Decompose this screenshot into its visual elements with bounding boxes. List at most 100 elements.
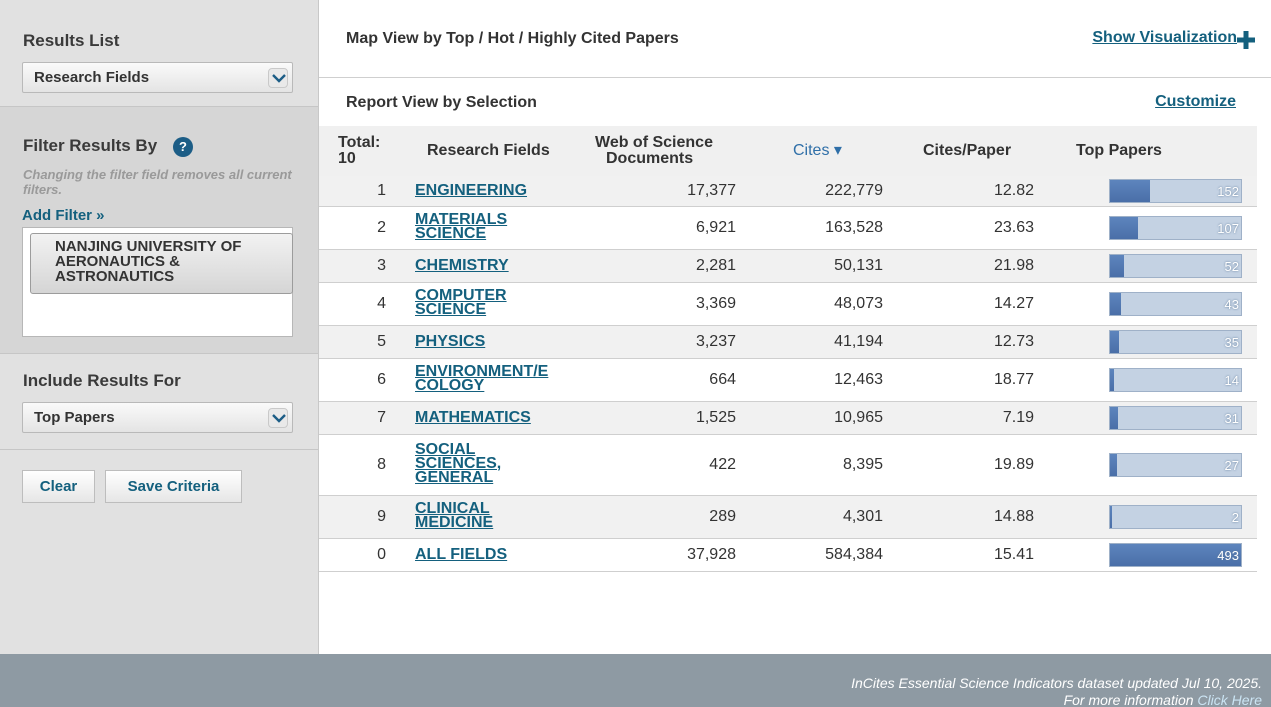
- filter-chip-line: ASTRONAUTICS: [55, 268, 175, 285]
- research-field-line: MEDICINE: [415, 513, 494, 531]
- research-field-link[interactable]: PHYSICS: [415, 332, 486, 350]
- row-cites: 10,965: [834, 408, 883, 426]
- save-criteria-button[interactable]: Save Criteria: [105, 470, 242, 503]
- chevron-down-icon[interactable]: [268, 408, 288, 428]
- filter-chip[interactable]: NANJING UNIVERSITY OF AERONAUTICS & ASTR…: [30, 233, 293, 294]
- top-papers-bar[interactable]: 152: [1109, 178, 1242, 203]
- top-papers-bar-fill: [1110, 292, 1121, 315]
- total-header-label: Total:: [338, 134, 381, 151]
- filter-chip-line: AERONAUTICS &: [55, 253, 181, 270]
- research-fields-header[interactable]: Research Fields: [397, 126, 567, 176]
- top-papers-bar-fill: [1110, 216, 1138, 239]
- filter-note: Changing the filter field removes all cu…: [23, 167, 292, 197]
- cites-header-label: Cites: [793, 142, 830, 159]
- research-field-link[interactable]: CHEMISTRY: [415, 257, 509, 273]
- table-row: 8 SOCIAL SCIENCES, GENERAL 422 8,395 19.89 27: [319, 434, 1257, 495]
- row-field-cell: ENVIRONMENT/E COLOGY: [397, 358, 567, 401]
- top-papers-count: 152: [1217, 183, 1239, 199]
- table-row: 3 CHEMISTRY 2,281 50,131 21.98 52: [319, 249, 1257, 282]
- top-papers-bar[interactable]: 43: [1109, 291, 1242, 316]
- row-cites-per-paper: 21.98: [993, 256, 1034, 274]
- map-view-bar: Map View by Top / Hot / Highly Cited Pap…: [319, 0, 1271, 78]
- row-top-papers-cell: 43: [1051, 282, 1257, 325]
- row-cites: 584,384: [825, 545, 883, 563]
- top-papers-bar-fill: [1110, 368, 1114, 391]
- top-papers-count: 27: [1224, 457, 1239, 473]
- help-icon[interactable]: ?: [173, 137, 193, 157]
- top-papers-header[interactable]: Top Papers: [1051, 126, 1257, 176]
- row-cites: 12,463: [834, 370, 883, 388]
- row-documents: 3,237: [695, 332, 736, 350]
- chevron-down-icon[interactable]: [268, 68, 288, 88]
- top-papers-bar[interactable]: 27: [1109, 452, 1242, 477]
- clear-button[interactable]: Clear: [22, 470, 95, 503]
- documents-header[interactable]: Web of Science Documents: [567, 126, 748, 176]
- research-field-link[interactable]: COMPUTER SCIENCE: [415, 287, 507, 318]
- research-field-link[interactable]: MATHEMATICS: [415, 408, 531, 426]
- documents-header-line: Web of Science: [595, 134, 713, 151]
- top-papers-bar[interactable]: 493: [1109, 542, 1242, 567]
- show-visualization-link[interactable]: Show Visualization: [1092, 29, 1237, 47]
- row-rank: 9: [377, 507, 386, 525]
- research-field-link[interactable]: ENVIRONMENT/E COLOGY: [415, 363, 548, 394]
- top-papers-bar[interactable]: 107: [1109, 215, 1242, 240]
- row-top-papers-cell: 107: [1051, 206, 1257, 249]
- research-field-line: SCIENCE: [415, 224, 487, 242]
- top-papers-bar[interactable]: 31: [1109, 405, 1242, 430]
- row-cites-per-paper: 23.63: [993, 218, 1034, 236]
- top-papers-count: 14: [1224, 372, 1239, 388]
- row-rank: 1: [377, 181, 386, 199]
- row-cites: 41,194: [834, 332, 883, 350]
- research-field-line: PHYSICS: [415, 332, 486, 350]
- table-row: 9 CLINICAL MEDICINE 289 4,301 14.88 2: [319, 495, 1257, 538]
- research-field-link[interactable]: MATERIALS SCIENCE: [415, 211, 507, 242]
- top-papers-bar[interactable]: 35: [1109, 329, 1242, 354]
- row-field-cell: CHEMISTRY: [397, 249, 567, 282]
- top-papers-count: 493: [1217, 547, 1239, 563]
- row-top-papers-cell: 52: [1051, 249, 1257, 282]
- results-list-select[interactable]: Research Fields: [22, 62, 293, 93]
- top-papers-count: 52: [1224, 258, 1239, 274]
- row-rank: 8: [377, 455, 386, 473]
- research-field-link[interactable]: ALL FIELDS: [415, 546, 507, 562]
- footer-click-here-link[interactable]: Click Here: [1197, 692, 1262, 707]
- add-filter-link[interactable]: Add Filter »: [22, 207, 105, 224]
- row-documents: 422: [709, 455, 736, 473]
- row-field-cell: ENGINEERING: [397, 176, 567, 206]
- top-papers-bar[interactable]: 14: [1109, 367, 1242, 392]
- table-row: 7 MATHEMATICS 1,525 10,965 7.19 31: [319, 401, 1257, 434]
- top-papers-bar-fill: [1110, 453, 1117, 476]
- table-row: 5 PHYSICS 3,237 41,194 12.73 35: [319, 325, 1257, 358]
- cites-header[interactable]: Cites ▾: [748, 126, 896, 176]
- results-list-select-value: Research Fields: [34, 69, 150, 86]
- row-top-papers-cell: 27: [1051, 434, 1257, 495]
- row-top-papers-cell: 35: [1051, 325, 1257, 358]
- top-papers-bar-fill: [1110, 505, 1112, 528]
- research-field-link[interactable]: ENGINEERING: [415, 182, 527, 198]
- actions-section: Clear Save Criteria: [0, 450, 318, 654]
- total-header: Total: 10: [319, 126, 397, 176]
- row-rank: 6: [377, 370, 386, 388]
- include-select[interactable]: Top Papers: [22, 402, 293, 433]
- research-field-line: SCIENCE: [415, 300, 487, 318]
- research-field-line: MATHEMATICS: [415, 408, 531, 426]
- table-header-row: Total: 10 Research Fields Web of Science…: [319, 126, 1257, 176]
- row-field-cell: MATERIALS SCIENCE: [397, 206, 567, 249]
- row-top-papers-cell: 31: [1051, 401, 1257, 434]
- row-cites-per-paper: 14.27: [993, 294, 1034, 312]
- include-heading: Include Results For: [23, 371, 181, 390]
- row-field-cell: PHYSICS: [397, 325, 567, 358]
- customize-link[interactable]: Customize: [1155, 93, 1236, 111]
- row-top-papers-cell: 14: [1051, 358, 1257, 401]
- row-cites: 8,395: [842, 455, 883, 473]
- research-field-line: COLOGY: [415, 376, 485, 394]
- research-field-link[interactable]: SOCIAL SCIENCES, GENERAL: [415, 441, 501, 485]
- top-papers-bar[interactable]: 52: [1109, 253, 1242, 278]
- cites-per-paper-header[interactable]: Cites/Paper: [896, 126, 1051, 176]
- row-rank: 2: [377, 218, 386, 236]
- sort-desc-icon: ▾: [833, 142, 842, 159]
- plus-icon[interactable]: [1236, 30, 1256, 50]
- top-papers-bar[interactable]: 2: [1109, 504, 1242, 529]
- row-cites: 163,528: [825, 218, 883, 236]
- research-field-link[interactable]: CLINICAL MEDICINE: [415, 500, 494, 531]
